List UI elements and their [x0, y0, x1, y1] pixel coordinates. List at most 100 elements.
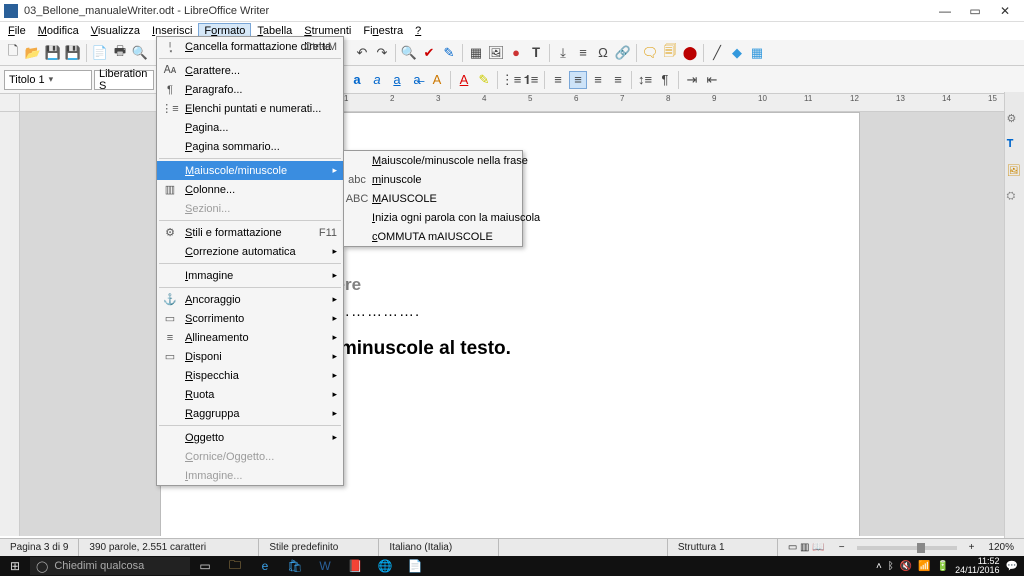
tray-wifi-icon[interactable]: 📶: [918, 561, 930, 572]
align-left-icon[interactable]: ≡: [549, 71, 567, 89]
taskbar-clock[interactable]: 11:52 24/11/2016: [955, 557, 999, 575]
formato-item-20[interactable]: ▭Disponi▸: [157, 347, 343, 366]
case-item-3[interactable]: Inizia ogni parola con la maiuscola: [344, 208, 522, 227]
tray-battery-icon[interactable]: 🔋: [937, 561, 949, 572]
special-char-icon[interactable]: Ω: [594, 44, 612, 62]
formato-item-3[interactable]: ¶Paragrafo...: [157, 80, 343, 99]
tray-bluetooth-icon[interactable]: ᛒ: [888, 561, 894, 572]
sidebar-properties-icon[interactable]: ⚙: [1007, 112, 1023, 128]
line-spacing-icon[interactable]: ↕≡: [636, 71, 654, 89]
tray-volume-icon[interactable]: 🔇: [900, 561, 912, 572]
formato-item-6[interactable]: Pagina sommario...: [157, 137, 343, 156]
para-spacing-icon[interactable]: ¶: [656, 71, 674, 89]
formato-item-2[interactable]: 🗛Carattere...: [157, 61, 343, 80]
shapes-icon[interactable]: ◆: [728, 44, 746, 62]
status-outline[interactable]: Struttura 1: [668, 539, 778, 556]
indent-decrease-icon[interactable]: ⇤: [703, 71, 721, 89]
align-center-icon[interactable]: ≡: [569, 71, 587, 89]
formato-item-23[interactable]: Raggruppa▸: [157, 404, 343, 423]
taskbar-edge-icon[interactable]: e: [250, 556, 280, 576]
redo-icon[interactable]: ↷: [373, 44, 391, 62]
menu-file[interactable]: File: [2, 23, 32, 39]
taskbar-pdf-icon[interactable]: 📕: [340, 556, 370, 576]
formato-item-13[interactable]: Correzione automatica▸: [157, 242, 343, 261]
taskbar-explorer-icon[interactable]: 🗀: [220, 556, 250, 576]
bullets-icon[interactable]: ⋮≡: [502, 71, 520, 89]
formato-item-19[interactable]: ≡Allineamento▸: [157, 328, 343, 347]
header-icon[interactable]: ≡: [574, 44, 592, 62]
indent-increase-icon[interactable]: ⇥: [683, 71, 701, 89]
save-as-icon[interactable]: 💾: [64, 44, 82, 62]
zoom-slider[interactable]: [857, 546, 957, 550]
cortana-search[interactable]: ◯ Chiedimi qualcosa: [30, 557, 190, 575]
underline-icon[interactable]: a: [388, 71, 406, 89]
grid-icon[interactable]: ▦: [748, 44, 766, 62]
menu-help[interactable]: ?: [409, 23, 427, 39]
strike-icon[interactable]: a̶: [408, 71, 426, 89]
align-justify-icon[interactable]: ≡: [609, 71, 627, 89]
italic-icon[interactable]: a: [368, 71, 386, 89]
taskbar-store-icon[interactable]: 🛍: [280, 556, 310, 576]
taskbar-chrome-icon[interactable]: 🌐: [370, 556, 400, 576]
table-icon[interactable]: ▦: [467, 44, 485, 62]
case-item-2[interactable]: ABCMAIUSCOLE: [344, 189, 522, 208]
tray-up-icon[interactable]: ˄: [876, 561, 882, 572]
font-color-icon[interactable]: A: [455, 71, 473, 89]
formato-item-12[interactable]: ⚙Stili e formattazioneF11: [157, 223, 343, 242]
status-zoom[interactable]: 120%: [978, 539, 1024, 556]
start-button[interactable]: ⊞: [0, 556, 30, 576]
case-item-4[interactable]: cOMMUTA mAIUSCOLE: [344, 227, 522, 246]
print-preview-icon[interactable]: 🔍: [131, 44, 149, 62]
taskbar-word-icon[interactable]: W: [310, 556, 340, 576]
formato-item-4[interactable]: ⋮≡Elenchi puntati e numerati...: [157, 99, 343, 118]
numbering-icon[interactable]: 𝟏≡: [522, 71, 540, 89]
new-doc-icon[interactable]: 🗋: [4, 44, 22, 62]
open-icon[interactable]: 📂: [24, 44, 42, 62]
formato-item-17[interactable]: ⚓Ancoraggio▸: [157, 290, 343, 309]
sidebar-navigator-icon[interactable]: ⛭: [1007, 190, 1023, 206]
minimize-button[interactable]: —: [930, 1, 960, 21]
subscript-icon[interactable]: A: [428, 71, 446, 89]
zoom-in-icon[interactable]: +: [965, 542, 979, 553]
record-icon[interactable]: ⬤: [681, 44, 699, 62]
highlight-icon[interactable]: ✎: [475, 71, 493, 89]
system-tray[interactable]: ˄ ᛒ 🔇 📶 🔋 11:52 24/11/2016 💬: [870, 557, 1024, 575]
formato-item-8[interactable]: Maiuscole/minuscole▸: [157, 161, 343, 180]
comment-icon[interactable]: 🗨: [641, 44, 659, 62]
zoom-out-icon[interactable]: −: [835, 542, 849, 553]
pagebreak-icon[interactable]: ⤓: [554, 44, 572, 62]
spellcheck-icon[interactable]: ✔: [420, 44, 438, 62]
save-icon[interactable]: 💾: [44, 44, 62, 62]
task-view-icon[interactable]: ▭: [190, 556, 220, 576]
autocorrect-icon[interactable]: ✎: [440, 44, 458, 62]
case-item-1[interactable]: abcminuscole: [344, 170, 522, 189]
status-page[interactable]: Pagina 3 di 9: [0, 539, 79, 556]
menu-finestra[interactable]: Finestra: [357, 23, 409, 39]
find-icon[interactable]: 🔍: [400, 44, 418, 62]
sidebar-gallery-icon[interactable]: 🖼: [1007, 164, 1023, 180]
undo-icon[interactable]: ↶: [353, 44, 371, 62]
status-page-style[interactable]: Stile predefinito: [259, 539, 379, 556]
font-name-combo[interactable]: Liberation S: [94, 70, 154, 90]
bold-icon[interactable]: a: [348, 71, 366, 89]
track-changes-icon[interactable]: 🗐: [661, 44, 679, 62]
formato-item-5[interactable]: Pagina...: [157, 118, 343, 137]
formato-item-22[interactable]: Ruota▸: [157, 385, 343, 404]
sidebar-styles-icon[interactable]: 𝐓: [1007, 138, 1023, 154]
textbox-icon[interactable]: 𝐓: [527, 44, 545, 62]
ruler-vertical[interactable]: [0, 112, 20, 536]
chart-icon[interactable]: ●: [507, 44, 525, 62]
print-icon[interactable]: 🖶: [111, 44, 129, 62]
status-word-count[interactable]: 390 parole, 2.551 caratteri: [79, 539, 259, 556]
hyperlink-icon[interactable]: 🔗: [614, 44, 632, 62]
tray-notifications-icon[interactable]: 💬: [1006, 561, 1018, 572]
menu-modifica[interactable]: Modifica: [32, 23, 85, 39]
status-view-buttons[interactable]: ▭ ▥ 📖: [778, 539, 835, 556]
ruler-horizontal[interactable]: 321123456789101112131415161718: [0, 94, 1024, 112]
export-pdf-icon[interactable]: 📄: [91, 44, 109, 62]
align-right-icon[interactable]: ≡: [589, 71, 607, 89]
status-language[interactable]: Italiano (Italia): [379, 539, 499, 556]
close-button[interactable]: ✕: [990, 1, 1020, 21]
menu-visualizza[interactable]: Visualizza: [85, 23, 146, 39]
image-icon[interactable]: 🖼: [487, 44, 505, 62]
